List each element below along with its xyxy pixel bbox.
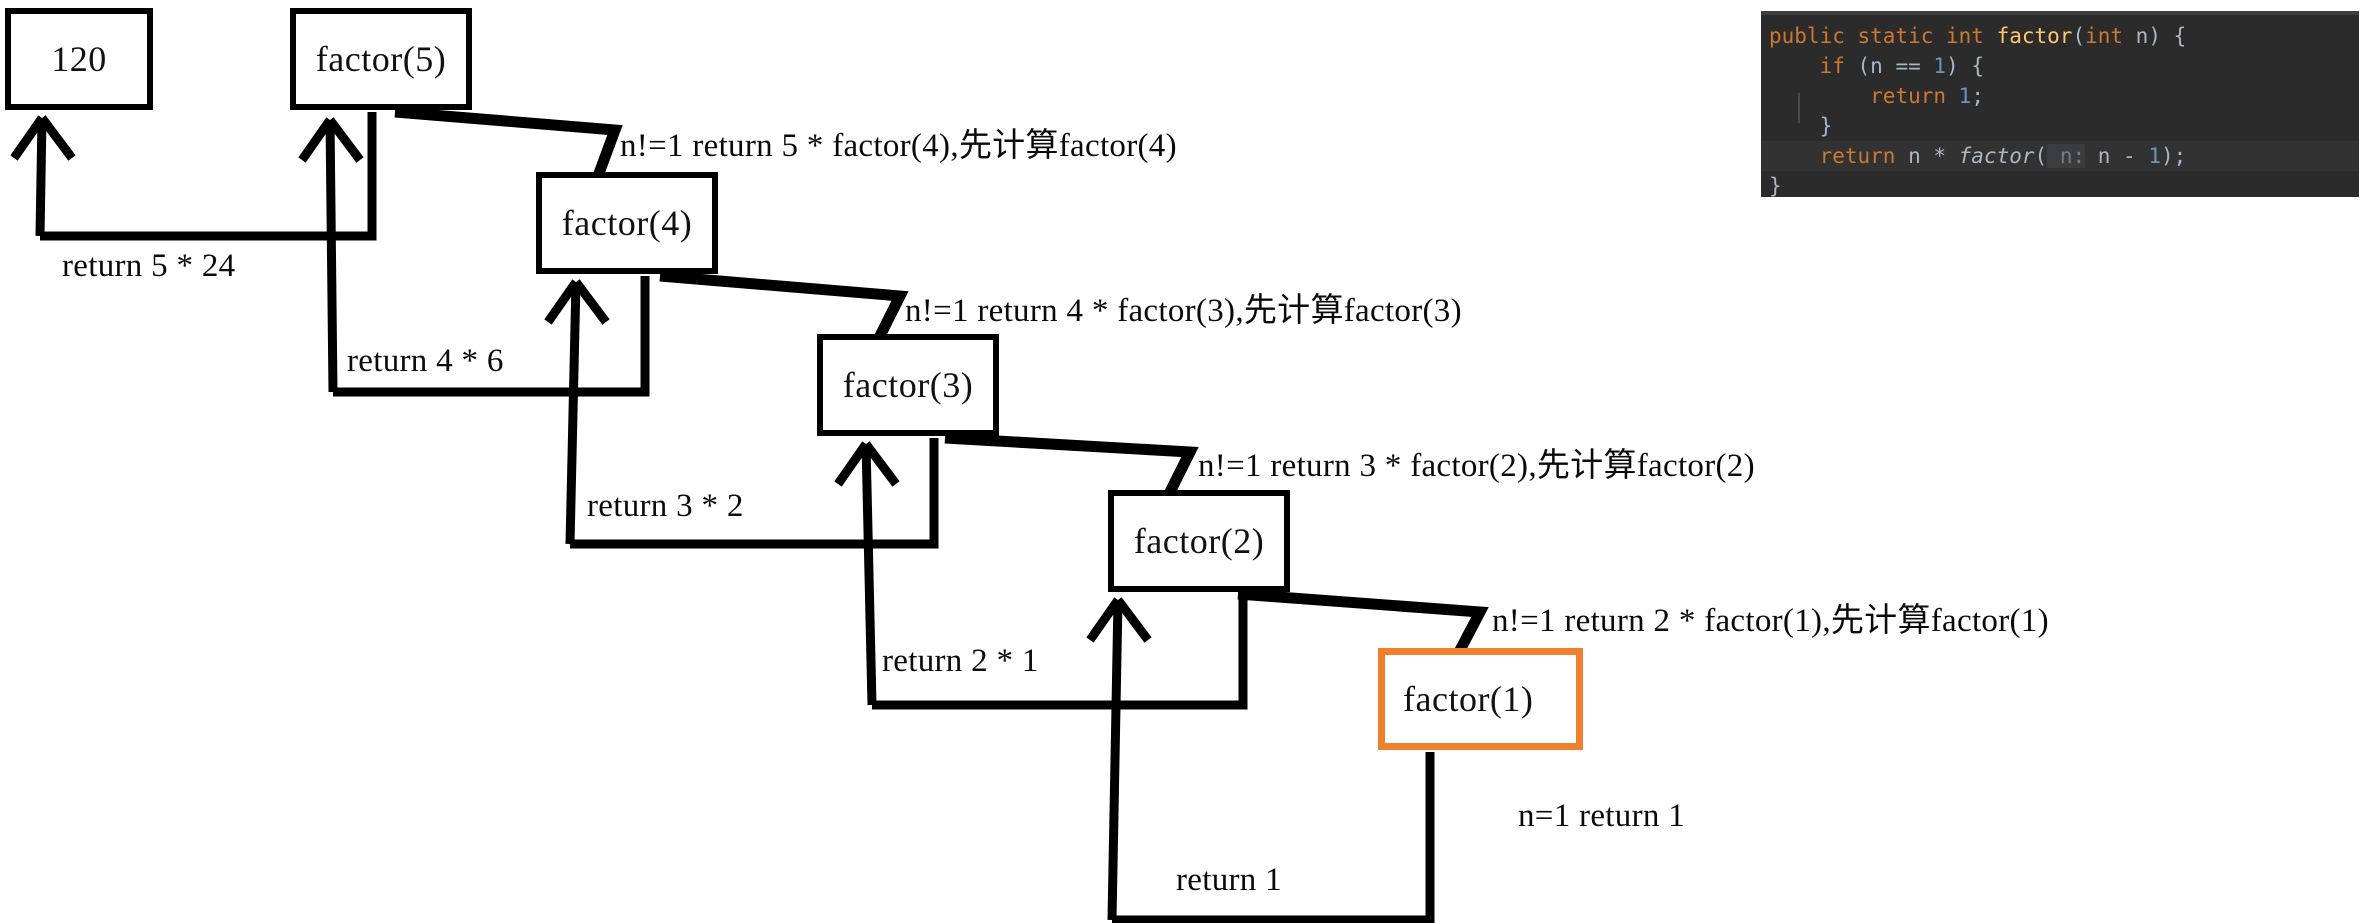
factor-5-box[interactable]: factor(5) [290,8,472,110]
indent-guide [1798,93,1800,123]
code-line-return-1: return 1; [1761,81,2359,111]
code-token: return [1819,144,1896,168]
factor-5-label: factor(5) [315,39,447,79]
code-snippet-panel[interactable]: public static int factor(int n) { if (n … [1761,11,2359,197]
code-lines-container: public static int factor(int n) { if (n … [1761,21,2359,197]
code-token: 1 [2148,144,2161,168]
code-token: ) { [1946,54,1984,78]
code-token: factor [1996,24,2073,48]
code-token: ; [1971,84,1984,108]
code-token: ); [2160,144,2187,168]
code-token: n * [1895,144,1959,168]
edge-call-4-3 [659,270,909,343]
edge-return-1-riser [1107,599,1123,921]
return-1-label: return 1 [1172,862,1286,899]
factor-3-label: factor(3) [842,365,974,405]
factor-2-box[interactable]: factor(2) [1108,490,1290,592]
return-4x6-label: return 4 * 6 [343,343,508,380]
code-token: n) { [2123,24,2187,48]
code-line-close-method: } [1761,171,2359,197]
factor-3-box[interactable]: factor(3) [817,334,999,436]
code-token: n - [2085,144,2149,168]
call-3-to-2-annotation: n!=1 return 3 * factor(2),先计算factor(2) [1198,448,1755,484]
code-token: n: [2047,144,2086,168]
code-token: factor [1958,144,2035,168]
edge-return-5x24-riser [35,117,47,237]
code-token: public static int [1769,24,1997,48]
code-token: 1 [1933,54,1947,78]
result-box-label: 120 [51,39,107,79]
code-token: int [2085,24,2124,48]
call-5-to-4-annotation: n!=1 return 5 * factor(4),先计算factor(4) [620,128,1177,164]
call-2-to-1-annotation: n!=1 return 2 * factor(1),先计算factor(1) [1492,603,2049,639]
edge-call-5-4 [394,106,623,178]
edge-return-3x2-riser [565,281,581,545]
return-2x1-label: return 2 * 1 [878,643,1043,680]
code-line-if: if (n == 1) { [1761,51,2359,81]
result-box[interactable]: 120 [5,8,153,110]
edge-return-2x1-riser [861,443,877,706]
factor-2-label: factor(2) [1133,521,1265,561]
code-line-signature: public static int factor(int n) { [1761,21,2359,51]
code-token: if [1819,54,1845,78]
factor-4-box[interactable]: factor(4) [536,172,718,274]
edge-return-4x6-riser [325,119,338,393]
code-token: } [1769,114,1833,138]
return-3x2-label: return 3 * 2 [583,488,748,525]
code-token: ( [2072,24,2086,48]
edge-call-2-1 [1237,588,1489,657]
code-token: ( [2034,144,2048,168]
code-token: } [1769,174,1782,197]
factor-1-box[interactable]: factor(1) [1378,648,1583,750]
factor-4-label: factor(4) [561,203,693,243]
factor-1-label: factor(1) [1403,679,1534,719]
code-token: (n == [1844,54,1934,78]
code-token: 1 [1958,84,1972,108]
code-line-recursive-return: return n * factor( n: n - 1); [1761,141,2359,171]
code-token: return [1870,84,1947,108]
return-5x24-label: return 5 * 24 [58,248,240,285]
call-4-to-3-annotation: n!=1 return 4 * factor(3),先计算factor(3) [905,293,1462,329]
base-case-note: n=1 return 1 [1518,798,1686,834]
code-line-close-if: } [1761,111,2359,141]
edge-call-3-2 [944,432,1199,499]
